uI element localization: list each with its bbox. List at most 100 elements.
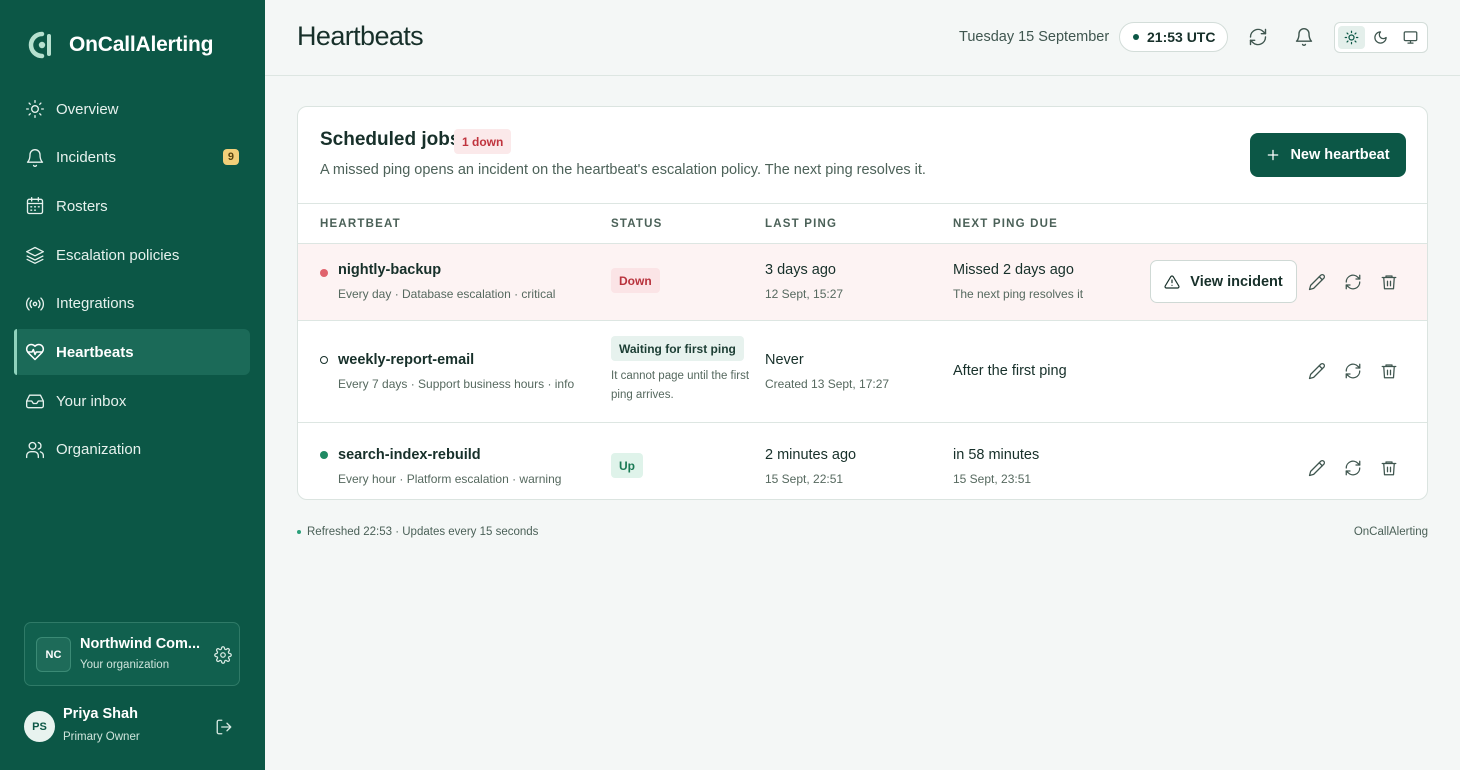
trash-icon[interactable] bbox=[1380, 459, 1398, 477]
card-description: A missed ping opens an incident on the h… bbox=[320, 162, 926, 178]
org-subtitle: Your organization bbox=[80, 659, 170, 671]
sidebar-item-integrations[interactable]: Integrations bbox=[14, 281, 250, 327]
column-header-status: STATUS bbox=[611, 218, 663, 230]
heartbeat-meta: Every day · Database escalation · critic… bbox=[338, 287, 556, 301]
column-header-heartbeat: HEARTBEAT bbox=[320, 218, 401, 230]
refresh-status: Refreshed 22:53 · Updates every 15 secon… bbox=[297, 526, 538, 538]
status-dot-pending bbox=[320, 356, 328, 364]
view-incident-label: View incident bbox=[1190, 273, 1283, 290]
moon-icon bbox=[1374, 31, 1388, 44]
avatar: PS bbox=[24, 711, 55, 742]
clock-status-dot bbox=[1133, 34, 1139, 40]
footer-brand: OnCallAlerting bbox=[1353, 526, 1428, 538]
sidebar-item-label: Overview bbox=[56, 100, 119, 118]
sidebar-item-label: Rosters bbox=[56, 197, 108, 215]
new-heartbeat-label: New heartbeat bbox=[1290, 147, 1390, 163]
sidebar-item-heartbeats[interactable]: Heartbeats bbox=[14, 329, 250, 376]
gear-icon[interactable] bbox=[214, 646, 232, 664]
warning-triangle-icon bbox=[1164, 274, 1180, 289]
sun-icon bbox=[26, 100, 44, 119]
plus-icon bbox=[1268, 149, 1279, 161]
sidebar-item-incidents[interactable]: Incidents 9 bbox=[14, 135, 250, 181]
sidebar-item-rosters[interactable]: Rosters bbox=[14, 183, 250, 229]
heartbeat-meta: Every 7 days · Support business hours · … bbox=[338, 377, 575, 391]
scheduled-jobs-card: Scheduled jobs 1 down A missed ping open… bbox=[297, 106, 1428, 500]
reset-refresh-icon[interactable] bbox=[1344, 362, 1362, 380]
edit-pencil-icon[interactable] bbox=[1308, 362, 1326, 380]
status-dot-up bbox=[320, 451, 328, 459]
table-row[interactable]: search-index-rebuild Every hour · Platfo… bbox=[298, 423, 1427, 499]
sidebar-item-label: Incidents bbox=[56, 149, 117, 167]
trash-icon[interactable] bbox=[1380, 273, 1398, 291]
last-ping-relative: 2 minutes ago bbox=[765, 447, 857, 463]
edit-pencil-icon[interactable] bbox=[1308, 459, 1326, 477]
org-avatar: NC bbox=[36, 637, 71, 672]
sidebar-item-your-inbox[interactable]: Your inbox bbox=[14, 378, 250, 424]
next-ping-due: Missed 2 days ago bbox=[953, 262, 1074, 278]
current-date: Tuesday 15 September bbox=[959, 29, 1110, 45]
table-header: HEARTBEAT STATUS LAST PING NEXT PING DUE bbox=[298, 203, 1427, 244]
trash-icon[interactable] bbox=[1380, 362, 1398, 380]
last-ping-relative: 3 days ago bbox=[765, 262, 836, 278]
status-badge: Waiting for first ping bbox=[611, 336, 744, 361]
table-row[interactable]: nightly-backup Every day · Database esca… bbox=[298, 244, 1427, 321]
layers-icon bbox=[26, 246, 44, 265]
heartbeat-meta: Every hour · Platform escalation · warni… bbox=[338, 472, 562, 486]
sidebar-item-label: Integrations bbox=[56, 295, 135, 313]
sidebar-item-escalation-policies[interactable]: Escalation policies bbox=[14, 232, 250, 278]
brand-name: OnCallAlerting bbox=[69, 33, 214, 56]
sidebar-item-organization[interactable]: Organization bbox=[14, 427, 250, 473]
sidebar-item-label: Your inbox bbox=[56, 392, 127, 410]
sidebar-nav: Overview Incidents 9 Rosters Escalation … bbox=[14, 86, 250, 476]
logout-icon[interactable] bbox=[215, 718, 233, 736]
status-badge: Down bbox=[611, 268, 660, 293]
last-ping-relative: Never bbox=[765, 352, 804, 368]
sidebar-item-label: Heartbeats bbox=[56, 343, 134, 361]
org-switcher[interactable]: NC Northwind Com... Your organization bbox=[24, 622, 240, 686]
new-heartbeat-button[interactable]: New heartbeat bbox=[1250, 133, 1406, 177]
logo-icon bbox=[28, 31, 51, 59]
sidebar-item-label: Escalation policies bbox=[56, 246, 180, 264]
sun-icon bbox=[1344, 30, 1359, 45]
incidents-count-badge: 9 bbox=[222, 148, 239, 165]
broadcast-icon bbox=[25, 297, 45, 311]
page-title: Heartbeats bbox=[297, 21, 424, 51]
column-header-next-ping-due: NEXT PING DUE bbox=[953, 218, 1059, 230]
sidebar-item-overview[interactable]: Overview bbox=[14, 86, 250, 132]
notifications-bell-icon[interactable] bbox=[1294, 27, 1314, 47]
inbox-icon bbox=[26, 394, 44, 409]
reset-refresh-icon[interactable] bbox=[1344, 273, 1362, 291]
top-bar: Heartbeats Tuesday 15 September 21:53 UT… bbox=[265, 0, 1460, 76]
sidebar-item-label: Organization bbox=[56, 441, 142, 459]
table-row[interactable]: weekly-report-email Every 7 days · Suppo… bbox=[298, 321, 1427, 423]
heartbeat-name[interactable]: search-index-rebuild bbox=[338, 447, 481, 463]
live-dot bbox=[297, 530, 301, 534]
down-count-badge: 1 down bbox=[454, 129, 512, 154]
next-ping-due: After the first ping bbox=[953, 363, 1067, 379]
user-profile[interactable]: PS Priya Shah Primary Owner bbox=[24, 700, 240, 756]
heartbeat-name[interactable]: weekly-report-email bbox=[338, 352, 474, 368]
status-badge: Up bbox=[611, 453, 643, 478]
user-name: Priya Shah bbox=[63, 706, 138, 722]
utc-clock: 21:53 UTC bbox=[1119, 22, 1228, 52]
next-ping-note: The next ping resolves it bbox=[953, 287, 1084, 301]
heart-pulse-icon bbox=[25, 344, 45, 361]
org-name: Northwind Com... bbox=[80, 636, 201, 652]
theme-switcher bbox=[1334, 22, 1428, 53]
refresh-text: Refreshed 22:53 · Updates every 15 secon… bbox=[307, 526, 539, 538]
edit-pencil-icon[interactable] bbox=[1308, 273, 1326, 291]
brand[interactable]: OnCallAlerting bbox=[25, 30, 213, 60]
sidebar: OnCallAlerting Overview Incidents 9 Rost… bbox=[0, 0, 265, 770]
refresh-icon[interactable] bbox=[1248, 27, 1268, 47]
calendar-icon bbox=[26, 197, 44, 215]
status-dot-down bbox=[320, 269, 328, 277]
theme-light-button[interactable] bbox=[1338, 26, 1366, 49]
theme-system-button[interactable] bbox=[1397, 26, 1424, 49]
view-incident-button[interactable]: View incident bbox=[1150, 260, 1297, 303]
users-icon bbox=[26, 441, 45, 458]
monitor-icon bbox=[1403, 31, 1418, 44]
reset-refresh-icon[interactable] bbox=[1344, 459, 1362, 477]
theme-dark-button[interactable] bbox=[1367, 26, 1394, 49]
clock-time: 21:53 UTC bbox=[1147, 29, 1216, 45]
heartbeat-name[interactable]: nightly-backup bbox=[338, 262, 441, 278]
